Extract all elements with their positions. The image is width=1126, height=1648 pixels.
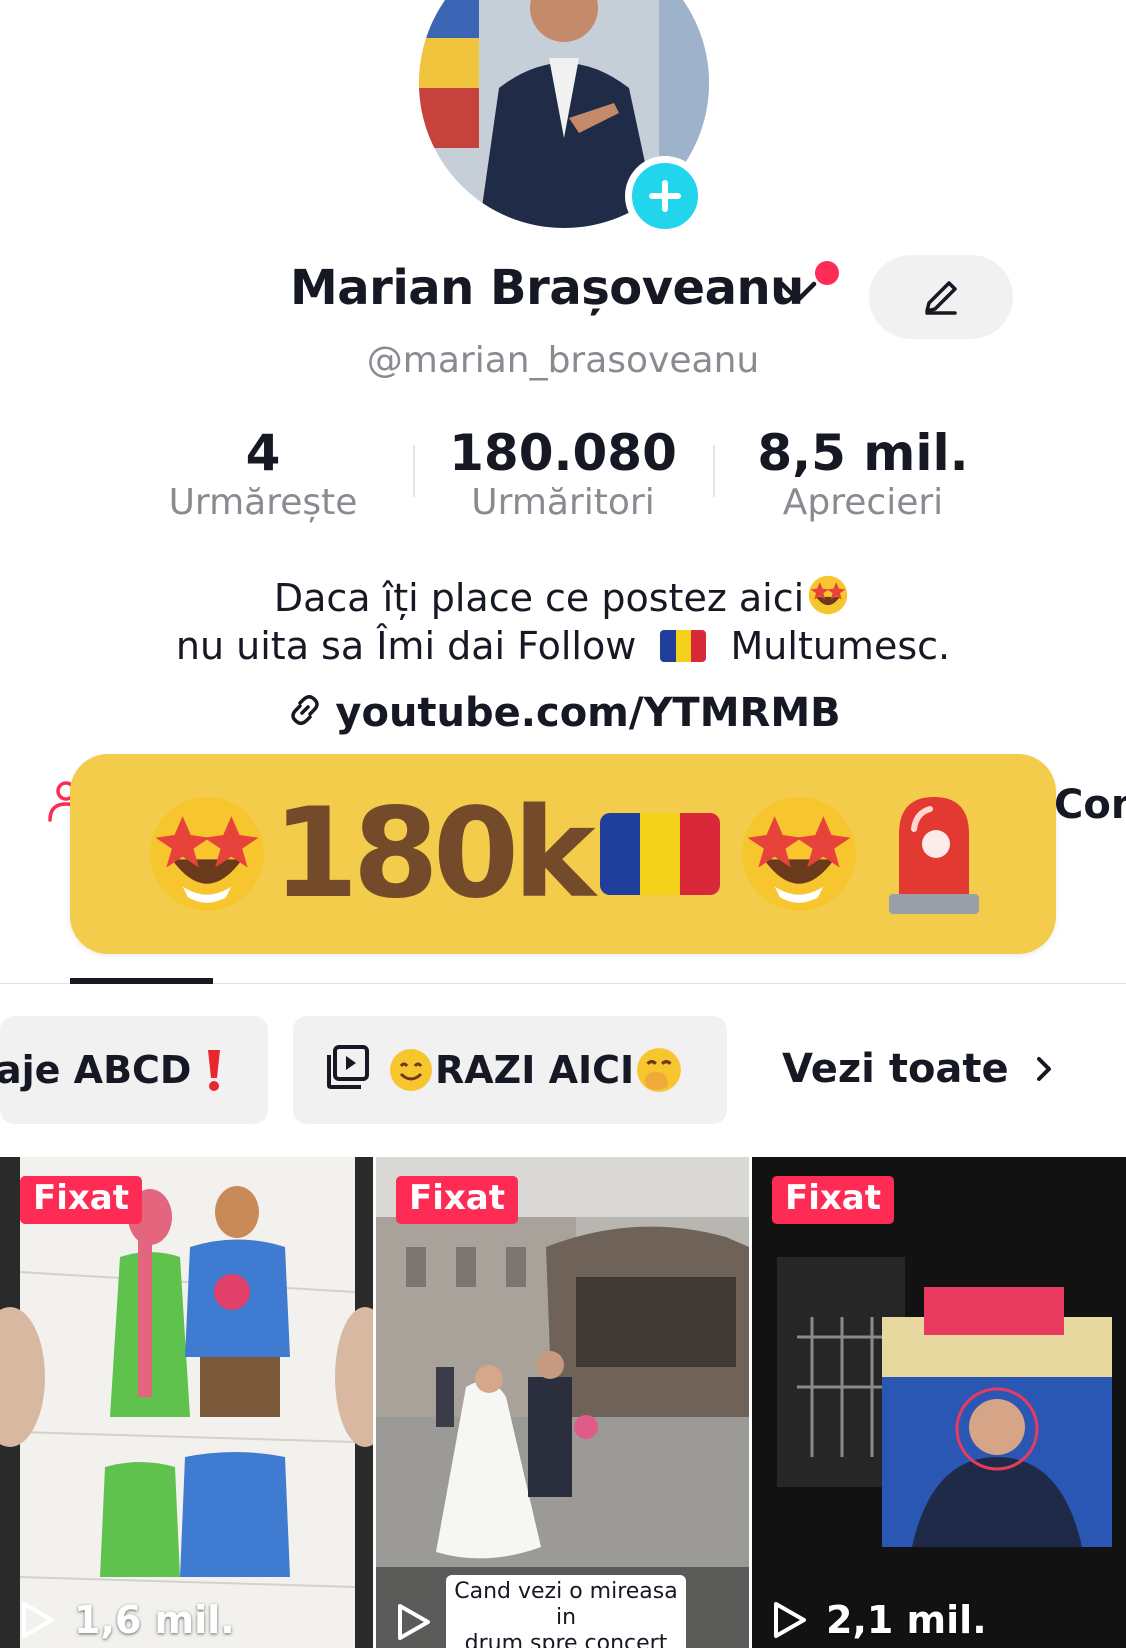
pencil-icon bbox=[925, 281, 957, 315]
stat-likes[interactable]: 8,5 mil. Aprecieri bbox=[713, 425, 1013, 525]
play-icon bbox=[22, 1602, 54, 1638]
video-thumbnail-morse bbox=[752, 1157, 1126, 1648]
banner-text: 180k bbox=[272, 782, 595, 926]
smiling-emoji-icon bbox=[390, 1049, 432, 1091]
promo-banner: 180k bbox=[70, 754, 1056, 954]
video-caption: Cand vezi o mireasa in drum spre concert bbox=[446, 1575, 686, 1648]
playlist-chip-label: aje ABCD bbox=[0, 1048, 192, 1092]
video-tile[interactable]: Fixat Cand vezi o mireasa in drum spre c… bbox=[376, 1157, 749, 1648]
video-tile[interactable]: Fixat 2,1 mil. bbox=[752, 1157, 1126, 1648]
stat-following-label: Urmărește bbox=[168, 482, 358, 523]
active-tab-indicator bbox=[70, 978, 213, 984]
pinned-badge: Fixat bbox=[396, 1176, 519, 1224]
video-thumbnail-drawing bbox=[0, 1157, 373, 1648]
view-count bbox=[394, 1602, 450, 1642]
video-caption-line: Cand vezi o mireasa in bbox=[454, 1579, 678, 1630]
view-count-text: 1,6 mil. bbox=[74, 1598, 235, 1642]
star-struck-emoji-icon bbox=[741, 797, 856, 911]
star-struck-emoji-icon bbox=[150, 797, 265, 911]
stat-followers[interactable]: 180.080 Urmăritori bbox=[413, 425, 713, 525]
chevron-down-icon[interactable] bbox=[778, 278, 818, 308]
bio-text-2a: nu uita sa Îmi dai Follow bbox=[175, 624, 637, 668]
see-all-label: Vezi toate bbox=[782, 1046, 1009, 1092]
stat-likes-label: Aprecieri bbox=[782, 482, 944, 523]
edit-profile-button[interactable] bbox=[869, 255, 1013, 339]
view-count: 1,6 mil. bbox=[18, 1598, 235, 1642]
playlist-chip-razi-aici[interactable]: RAZI AICI bbox=[293, 1016, 727, 1124]
bio-line-2: nu uita sa Îmi dai Follow Multumesc. bbox=[0, 624, 1126, 668]
pinned-badge: Fixat bbox=[20, 1176, 143, 1224]
follow-plus-button[interactable] bbox=[625, 156, 705, 236]
view-count-text: 2,1 mil. bbox=[826, 1598, 987, 1642]
bio-text-1: Daca îți place ce postez aici bbox=[273, 576, 805, 620]
bio-link[interactable]: youtube.com/YTMRMB bbox=[0, 690, 1126, 740]
star-struck-emoji-icon bbox=[808, 575, 848, 615]
pinned-badge: Fixat bbox=[772, 1176, 895, 1224]
profile-name: Marian Brașoveanu bbox=[290, 260, 804, 316]
siren-icon bbox=[888, 797, 979, 914]
chevron-right-icon bbox=[1036, 1057, 1051, 1081]
video-tile[interactable]: Fixat 1,6 mil. bbox=[0, 1157, 373, 1648]
play-icon bbox=[774, 1602, 806, 1638]
link-icon bbox=[291, 695, 320, 725]
partial-tab-label[interactable]: Con bbox=[1054, 782, 1126, 828]
stat-following-value: 4 bbox=[245, 424, 281, 482]
stat-following[interactable]: 4 Urmărește bbox=[113, 425, 413, 525]
video-caption-line: drum spre concert bbox=[464, 1631, 668, 1648]
bio-text-2b: Multumesc. bbox=[730, 624, 951, 668]
profile-handle: @marian_brasoveanu bbox=[366, 340, 760, 381]
exclamation-icon bbox=[208, 1050, 221, 1091]
bio-link-text: youtube.com/YTMRMB bbox=[335, 690, 841, 736]
playlist-chip-label: RAZI AICI bbox=[435, 1048, 635, 1092]
notification-dot bbox=[815, 261, 839, 285]
playlist-icon bbox=[327, 1045, 369, 1089]
plus-icon bbox=[649, 180, 681, 212]
stat-followers-label: Urmăritori bbox=[471, 482, 655, 523]
view-count: 2,1 mil. bbox=[770, 1598, 987, 1642]
see-all-playlists-link[interactable]: Vezi toate bbox=[782, 1046, 1059, 1092]
stat-followers-value: 180.080 bbox=[449, 424, 677, 482]
stat-likes-value: 8,5 mil. bbox=[757, 424, 969, 482]
hand-over-mouth-emoji-icon bbox=[637, 1048, 682, 1092]
romania-flag-icon bbox=[660, 630, 707, 662]
playlist-chip-abcd[interactable]: aje ABCD bbox=[0, 1016, 268, 1124]
romania-flag-icon bbox=[599, 813, 720, 895]
bio-line-1: Daca îți place ce postez aici bbox=[0, 573, 1126, 620]
play-icon bbox=[398, 1604, 430, 1640]
